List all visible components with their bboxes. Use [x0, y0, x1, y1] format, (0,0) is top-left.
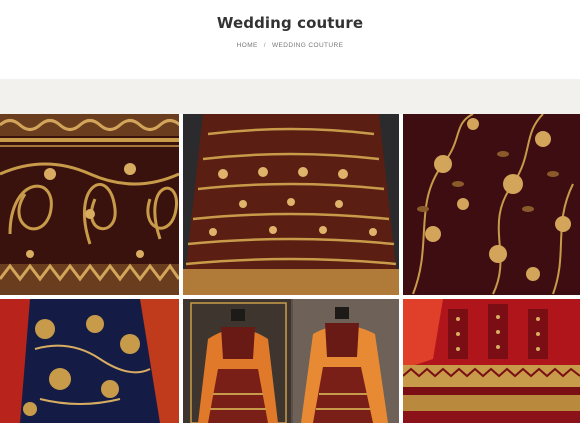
page-title: Wedding couture — [216, 14, 364, 32]
floral-embroidery-image — [403, 114, 580, 295]
red-lehenga-image — [403, 299, 580, 423]
breadcrumb-home-link[interactable]: HOME — [237, 42, 258, 49]
breadcrumb-current: WEDDING COUTURE — [271, 42, 344, 49]
breadcrumb-separator: / — [263, 42, 266, 49]
breadcrumb: HOME / WEDDING COUTURE — [0, 42, 580, 49]
gallery-image-5[interactable] — [183, 299, 399, 423]
gallery-image-1[interactable] — [0, 114, 179, 295]
mannequin-lehenga-image — [183, 299, 399, 423]
gallery-image-3[interactable] — [403, 114, 580, 295]
gallery-grid — [0, 114, 580, 423]
embroidery-image — [0, 114, 179, 295]
gallery-image-6[interactable] — [403, 299, 580, 423]
gallery-image-4[interactable] — [0, 299, 179, 423]
page-header: Wedding couture HOME / WEDDING COUTURE — [0, 0, 580, 79]
header-band — [0, 79, 580, 114]
navy-embroidery-image — [0, 299, 179, 423]
gallery-image-2[interactable] — [183, 114, 399, 295]
lehenga-skirt-image — [183, 114, 399, 295]
